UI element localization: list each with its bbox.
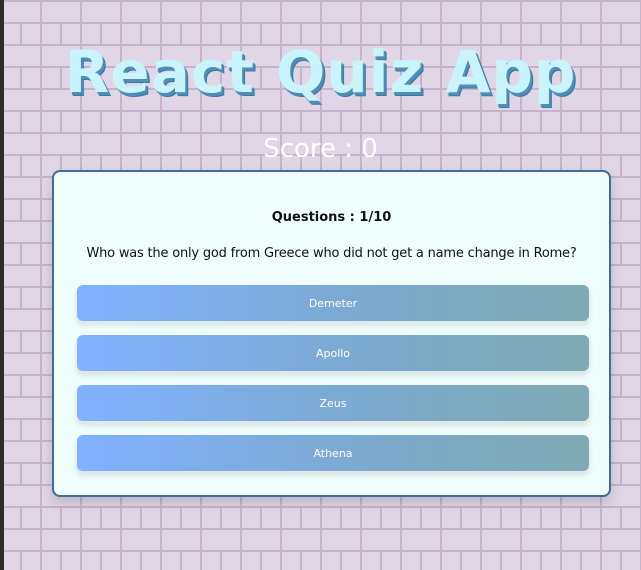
question-text: Who was the only god from Greece who did… <box>86 246 577 261</box>
answer-button-zeus[interactable]: Zeus <box>77 385 589 421</box>
score-display: Score : 0 <box>263 134 378 164</box>
quiz-card: Questions : 1/10 Who was the only god fr… <box>52 170 611 497</box>
answer-button-apollo[interactable]: Apollo <box>77 335 589 371</box>
answer-button-demeter[interactable]: Demeter <box>77 285 589 321</box>
app-title: React Quiz App <box>64 38 577 106</box>
question-counter: Questions : 1/10 <box>271 210 392 225</box>
answer-list: Demeter Apollo Zeus Athena <box>77 285 589 485</box>
answer-button-athena[interactable]: Athena <box>77 435 589 471</box>
